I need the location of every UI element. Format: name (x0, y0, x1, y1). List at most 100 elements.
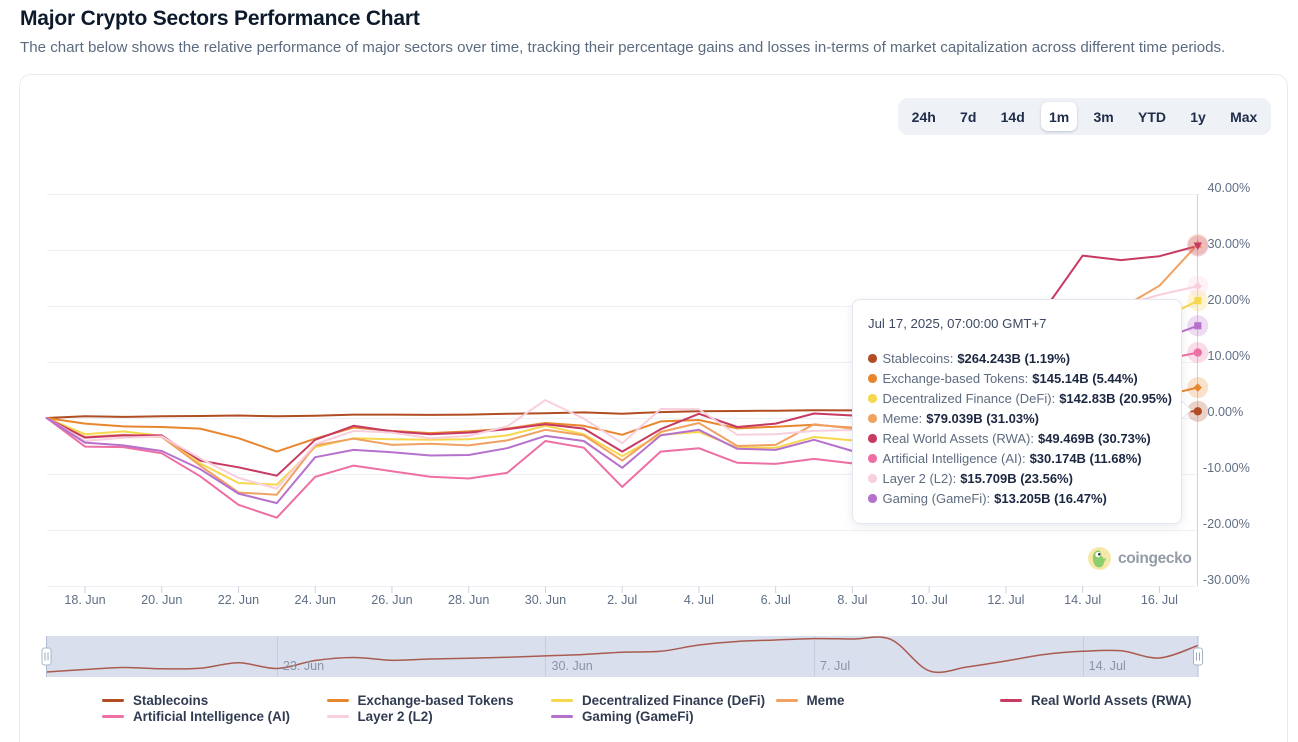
navigator-date-label: 7. Jul (820, 659, 850, 673)
x-axis-label: 6. Jul (761, 593, 791, 607)
navigator-date-label: 23. Jun (283, 659, 324, 673)
tooltip-series-value: $79.039B (31.03%) (926, 411, 1039, 426)
legend-line-swatch (1000, 699, 1022, 702)
tooltip-callout-arrow-fill (1182, 402, 1191, 418)
x-axis-label: 18. Jun (64, 593, 105, 607)
tooltip-row-7: Gaming (GameFi):$13.205B (16.47%) (868, 489, 1107, 509)
tooltip-row-3: Meme:$79.039B (31.03%) (868, 409, 1039, 429)
legend-item-0[interactable]: Stablecoins (102, 693, 208, 709)
tooltip-row-5: Artificial Intelligence (AI): $30.174B (1… (868, 449, 1142, 469)
tooltip-series-value: $15.709B (23.56%) (960, 471, 1073, 486)
legend-label: Decentralized Finance (DeFi) (582, 693, 765, 708)
end-marker-7[interactable] (1194, 322, 1201, 329)
x-axis-label: 26. Jun (371, 593, 412, 607)
tooltip-series-dot (868, 434, 877, 443)
y-axis-label: -20.00% (1203, 517, 1250, 531)
navigator-handle-grip[interactable] (42, 648, 51, 665)
navigator-strip[interactable] (47, 636, 1199, 677)
tooltip-series-value: $264.243B (1.19%) (957, 351, 1070, 366)
tooltip-row-1: Exchange-based Tokens:$145.14B (5.44%) (868, 369, 1138, 389)
legend-line-swatch (551, 715, 573, 718)
coingecko-watermark: coingecko (1088, 547, 1192, 570)
tooltip-series-dot (868, 474, 877, 483)
navigator-right-handle[interactable] (1194, 648, 1203, 665)
navigator-date-label: 14. Jul (1089, 659, 1126, 673)
y-axis-label: -30.00% (1203, 573, 1250, 587)
legend-item-7[interactable]: Gaming (GameFi) (551, 709, 694, 725)
chart-tooltip: Jul 17, 2025, 07:00:00 GMT+7 Stablecoins… (852, 299, 1182, 524)
tooltip-series-name: Stablecoins: (883, 351, 954, 366)
end-marker-0[interactable] (1194, 407, 1202, 415)
legend-line-swatch (327, 715, 349, 718)
tooltip-series-name: Meme: (883, 411, 923, 426)
tooltip-series-name: Gaming (GameFi): (883, 491, 991, 506)
x-axis-label: 4. Jul (684, 593, 714, 607)
x-axis-label: 2. Jul (607, 593, 637, 607)
tooltip-series-dot (868, 394, 877, 403)
navigator-handle-grip[interactable] (1194, 648, 1203, 665)
legend-label: Meme (807, 693, 845, 708)
legend-line-swatch (102, 699, 124, 702)
navigator-left-handle[interactable] (42, 648, 51, 665)
navigator-date-label: 30. Jun (551, 659, 592, 673)
legend-label: Real World Assets (RWA) (1031, 693, 1191, 708)
x-axis-label: 30. Jun (525, 593, 566, 607)
x-axis-label: 20. Jun (141, 593, 182, 607)
tooltip-series-dot (868, 374, 877, 383)
tooltip-series-value: $30.174B (11.68%) (1030, 451, 1142, 466)
y-axis-label: 10.00% (1208, 349, 1251, 363)
legend-line-swatch (776, 699, 798, 702)
legend-item-5[interactable]: Artificial Intelligence (AI) (102, 709, 290, 725)
gecko-pupil (1098, 553, 1101, 556)
coingecko-logo-icon (1088, 547, 1111, 570)
tooltip-row-4: Real World Assets (RWA): $49.469B (30.73%… (868, 429, 1151, 449)
tooltip-row-0: Stablecoins:$264.243B (1.19%) (868, 349, 1070, 369)
x-axis-label: 28. Jun (448, 593, 489, 607)
y-axis-label: 20.00% (1208, 293, 1251, 307)
legend-item-3[interactable]: Meme (776, 693, 845, 709)
tooltip-series-value: $49.469B (30.73%) (1038, 431, 1151, 446)
tooltip-row-2: Decentralized Finance (DeFi):$142.83B (2… (868, 389, 1172, 409)
tooltip-series-value: $142.83B (20.95%) (1059, 391, 1172, 406)
legend-line-swatch (551, 699, 573, 702)
x-axis-label: 22. Jun (218, 593, 259, 607)
tooltip-series-dot (868, 354, 877, 363)
y-axis-label: -10.00% (1203, 461, 1250, 475)
tooltip-series-value: $145.14B (5.44%) (1032, 371, 1138, 386)
coingecko-watermark-text: coingecko (1118, 550, 1192, 568)
legend-item-6[interactable]: Layer 2 (L2) (327, 709, 433, 725)
legend-label: Artificial Intelligence (AI) (133, 709, 290, 724)
x-axis-label: 8. Jul (837, 593, 867, 607)
end-marker-5[interactable] (1194, 348, 1202, 356)
x-axis-label: 24. Jun (295, 593, 336, 607)
tooltip-series-dot (868, 494, 877, 503)
legend-label: Stablecoins (133, 693, 208, 708)
tooltip-series-name: Real World Assets (RWA): (883, 431, 1034, 446)
x-axis-label: 12. Jul (987, 593, 1024, 607)
legend-item-1[interactable]: Exchange-based Tokens (327, 693, 514, 709)
x-axis-label: 14. Jul (1064, 593, 1101, 607)
tooltip-header: Jul 17, 2025, 07:00:00 GMT+7 (868, 316, 1047, 331)
x-axis-label: 10. Jul (911, 593, 948, 607)
tooltip-series-name: Decentralized Finance (DeFi): (883, 391, 1056, 406)
legend-item-2[interactable]: Decentralized Finance (DeFi) (551, 693, 765, 709)
legend-line-swatch (102, 715, 124, 718)
end-marker-2[interactable] (1194, 297, 1201, 304)
page-root: Major Crypto Sectors Performance Chart T… (0, 0, 1298, 742)
tooltip-series-dot (868, 414, 877, 423)
y-axis-label: 40.00% (1208, 181, 1251, 195)
legend-item-4[interactable]: Real World Assets (RWA) (1000, 693, 1191, 709)
tooltip-series-name: Layer 2 (L2): (883, 471, 957, 486)
y-axis-label: 0.00% (1208, 405, 1244, 419)
gecko-nostril (1103, 557, 1104, 558)
tooltip-series-name: Artificial Intelligence (AI): (883, 451, 1026, 466)
legend-label: Layer 2 (L2) (358, 709, 433, 724)
y-axis-label: 30.00% (1208, 237, 1251, 251)
legend-label: Exchange-based Tokens (358, 693, 514, 708)
tooltip-series-dot (868, 454, 877, 463)
legend-line-swatch (327, 699, 349, 702)
tooltip-row-6: Layer 2 (L2):$15.709B (23.56%) (868, 469, 1073, 489)
tooltip-series-value: $13.205B (16.47%) (994, 491, 1107, 506)
legend-label: Gaming (GameFi) (582, 709, 694, 724)
x-axis-label: 16. Jul (1141, 593, 1178, 607)
